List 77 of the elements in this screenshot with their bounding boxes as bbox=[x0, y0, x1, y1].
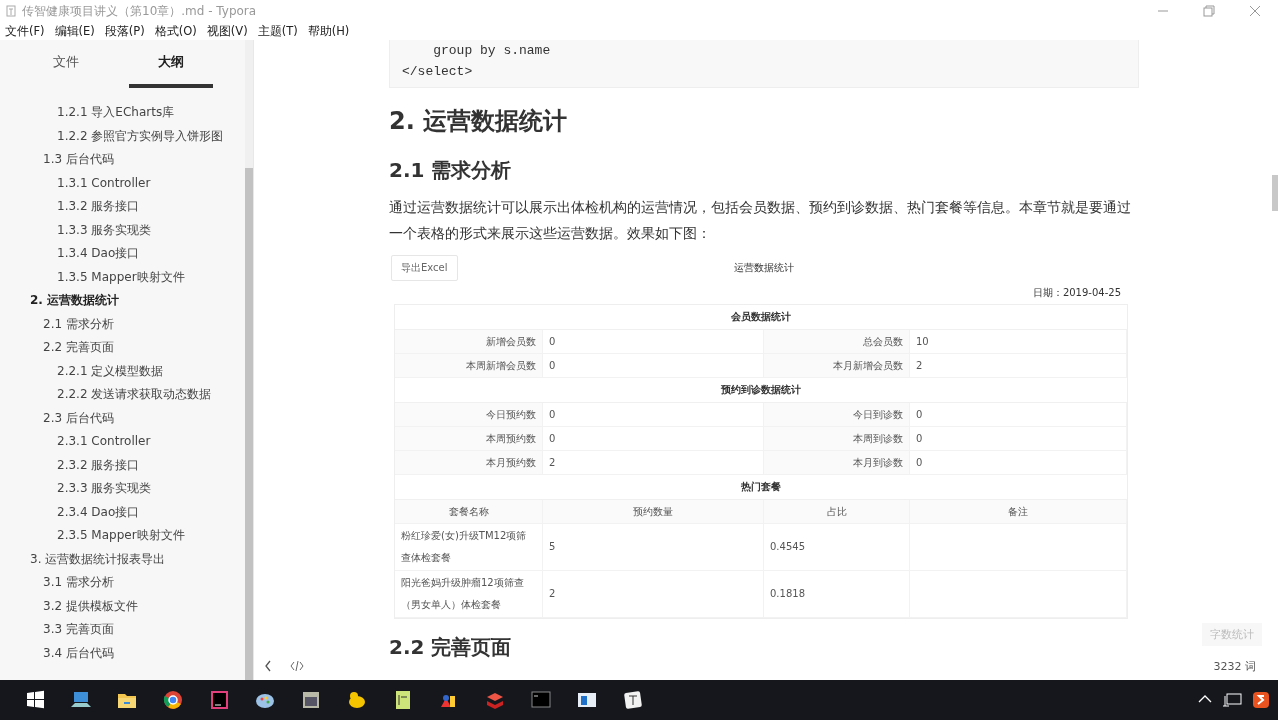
menu-item[interactable]: 段落(P) bbox=[104, 23, 145, 39]
back-icon[interactable] bbox=[264, 660, 272, 672]
scrollbar[interactable] bbox=[245, 40, 253, 680]
table-cell: 0 bbox=[543, 403, 764, 427]
heading: 2. 运营数据统计 bbox=[389, 107, 568, 135]
outline-item[interactable]: 2.3.1 Controller bbox=[0, 430, 241, 454]
report-date: 日期：2019-04-25 bbox=[1032, 287, 1121, 298]
sidebar-tab[interactable]: 大纲 bbox=[128, 40, 213, 88]
app-icon bbox=[6, 5, 16, 17]
table-cell: 总会员数 bbox=[764, 330, 910, 354]
report-title: 运营数据统计 bbox=[733, 261, 796, 275]
table-cell: 今日到诊数 bbox=[764, 403, 910, 427]
column-header: 占比 bbox=[764, 500, 910, 524]
menu-item[interactable]: 视图(V) bbox=[206, 23, 248, 39]
menu-item[interactable]: 编辑(E) bbox=[54, 23, 95, 39]
menu-item[interactable]: 主题(T) bbox=[257, 23, 298, 39]
outline-item[interactable]: 3.3 完善页面 bbox=[0, 618, 241, 642]
table-cell: 本周新增会员数 bbox=[395, 354, 543, 378]
outline-item[interactable]: 2.3.4 Dao接口 bbox=[0, 500, 241, 524]
outline-item[interactable]: 1.2.1 导入ECharts库 bbox=[0, 101, 241, 125]
table-cell-text: 粉红珍爱(女)升级TM12项筛查体检套餐 bbox=[401, 529, 528, 565]
table-cell: 本月新增会员数 bbox=[764, 354, 910, 378]
table-cell-text: 2 bbox=[549, 587, 556, 601]
outline-item[interactable]: 1.3.2 服务接口 bbox=[0, 195, 241, 219]
table-cell: 2 bbox=[543, 451, 764, 475]
table-cell: 本月预约数 bbox=[395, 451, 543, 475]
table-cell: 新增会员数 bbox=[395, 330, 543, 354]
outline-item[interactable]: 3. 运营数据统计报表导出 bbox=[0, 547, 241, 571]
outline-item[interactable]: 2.3.3 服务实现类 bbox=[0, 477, 241, 501]
export-button[interactable]: 导出Excel bbox=[391, 255, 458, 281]
outline-item[interactable]: 1.3.4 Dao接口 bbox=[0, 242, 241, 266]
word-count: 3232 词 bbox=[1213, 659, 1256, 674]
outline-item[interactable]: 1.3.3 服务实现类 bbox=[0, 218, 241, 242]
table-cell: 0 bbox=[543, 354, 764, 378]
outline-item[interactable]: 2.2 完善页面 bbox=[0, 336, 241, 360]
sidebar-tab[interactable]: 文件 bbox=[24, 40, 109, 88]
table-cell: 本周到诊数 bbox=[764, 427, 910, 451]
outline-item[interactable]: 2.1 需求分析 bbox=[0, 312, 241, 336]
table-cell: 0 bbox=[543, 330, 764, 354]
menu-item[interactable]: 格式(O) bbox=[154, 23, 197, 39]
outline-item[interactable]: 2.3.5 Mapper映射文件 bbox=[0, 524, 241, 548]
outline-item[interactable]: 2.2.1 定义模型数据 bbox=[0, 359, 241, 383]
outline-item[interactable]: 2. 运营数据统计 bbox=[0, 289, 241, 313]
code-block: group by s.name </select> bbox=[389, 40, 1139, 88]
source-code-icon[interactable] bbox=[290, 660, 304, 672]
table-cell: 2 bbox=[910, 354, 1127, 378]
paragraph: 通过运营数据统计可以展示出体检机构的运营情况，包括会员数据、预约到诊数据、热门套餐等信息。本章节就是要通过一个表格的形式来展示这些运营数据。效果如下图： bbox=[389, 198, 1132, 243]
outline-item[interactable]: 3.2 提供模板文件 bbox=[0, 594, 241, 618]
table-cell: 0 bbox=[910, 427, 1127, 451]
column-header: 备注 bbox=[910, 500, 1127, 524]
menu-item[interactable]: 帮助(H) bbox=[307, 23, 350, 39]
menu-item[interactable]: 文件(F) bbox=[5, 23, 45, 39]
outline-item[interactable]: 2.2.2 发送请求获取动态数据 bbox=[0, 383, 241, 407]
outline-item[interactable]: 3.1 需求分析 bbox=[0, 571, 241, 595]
outline-item[interactable]: 1.3 后台代码 bbox=[0, 148, 241, 172]
outline-item[interactable]: 3.4 后台代码 bbox=[0, 641, 241, 665]
table-cell: 0 bbox=[543, 427, 764, 451]
subheading: 2.1 需求分析 bbox=[389, 158, 512, 182]
table-cell-text: 阳光爸妈升级肿瘤12项筛查（男女单人）体检套餐 bbox=[401, 576, 525, 612]
table-cell-text: 0.1818 bbox=[770, 587, 805, 601]
outline-item[interactable]: 1.3.1 Controller bbox=[0, 171, 241, 195]
table-cell: 本周预约数 bbox=[395, 427, 543, 451]
outline-item[interactable]: 2.3 后台代码 bbox=[0, 406, 241, 430]
subheading: 2.2 完善页面 bbox=[389, 635, 512, 659]
outline-item[interactable]: 2.3.2 服务接口 bbox=[0, 453, 241, 477]
column-header: 预约数量 bbox=[543, 500, 764, 524]
table-cell: 0 bbox=[910, 403, 1127, 427]
outline-item[interactable]: 1.3.5 Mapper映射文件 bbox=[0, 265, 241, 289]
table-cell: 本月到诊数 bbox=[764, 451, 910, 475]
table-cell-text: 5 bbox=[549, 540, 556, 554]
window-title: 传智健康项目讲义（第10章）.md - Typora bbox=[22, 2, 258, 20]
table-cell-text: 0.4545 bbox=[770, 540, 805, 554]
table-cell: 10 bbox=[910, 330, 1127, 354]
table-cell: 今日预约数 bbox=[395, 403, 543, 427]
table-cell: 0 bbox=[910, 451, 1127, 475]
outline-item[interactable]: 1.2.2 参照官方实例导入饼形图 bbox=[0, 124, 241, 148]
column-header: 套餐名称 bbox=[395, 500, 543, 524]
